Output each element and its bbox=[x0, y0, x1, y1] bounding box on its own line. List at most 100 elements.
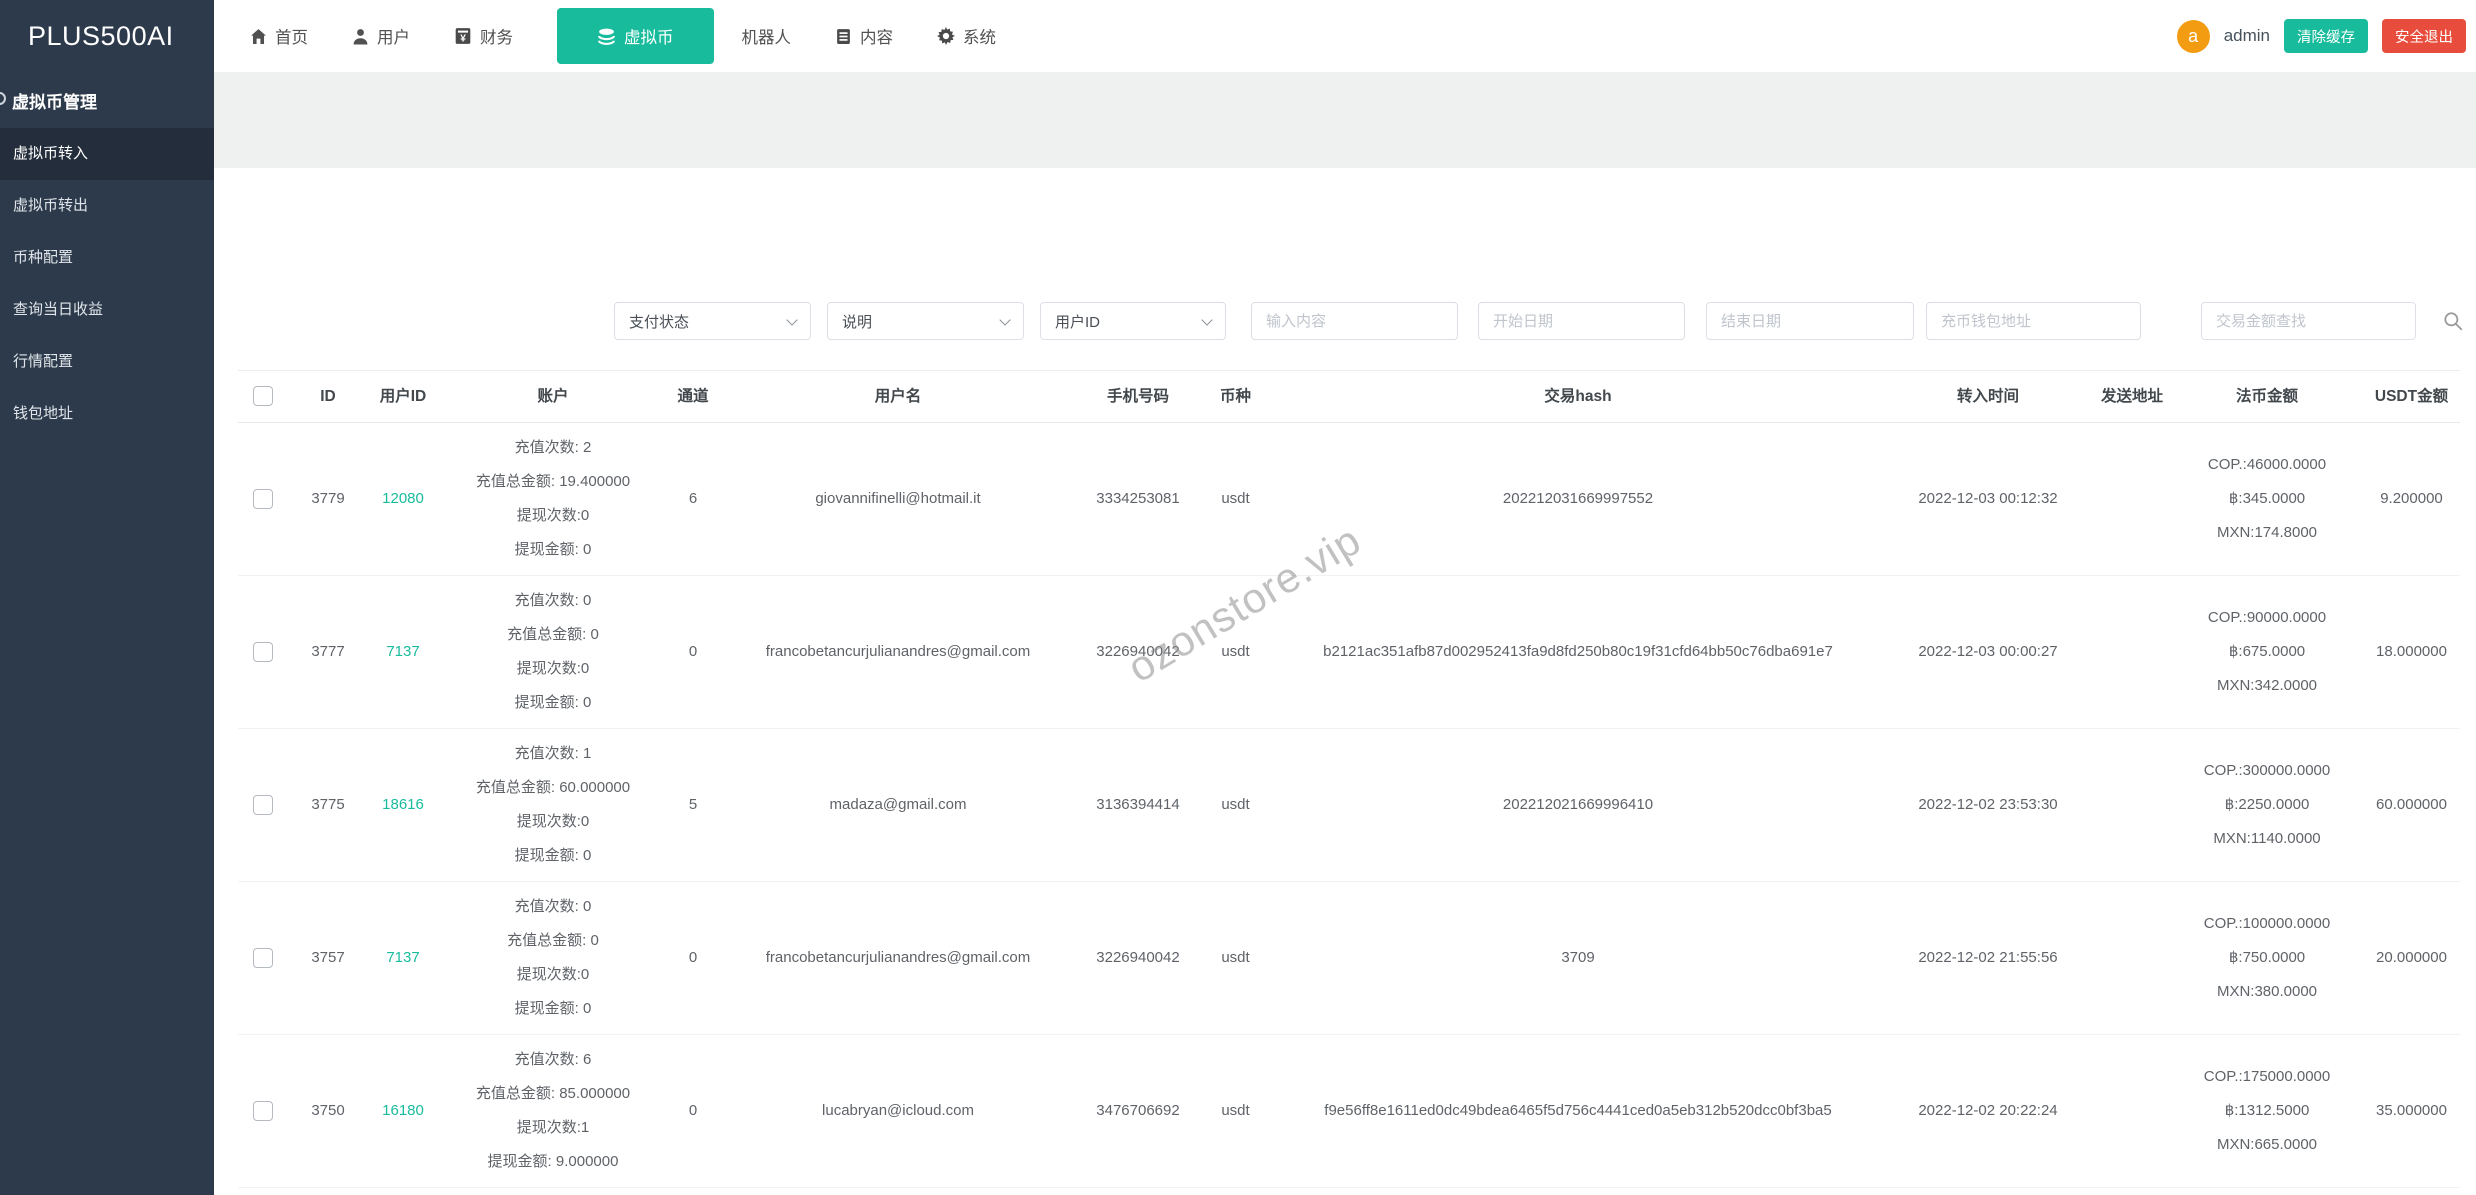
sidebar-item-coin-config[interactable]: 币种配置 bbox=[0, 232, 214, 284]
cell-send-address bbox=[2093, 576, 2171, 729]
nav-label: 财务 bbox=[480, 29, 513, 47]
cell-fiat-amount: COP.:90000.0000 ฿:675.0000 MXN:342.0000 bbox=[2207, 609, 2327, 694]
document-icon bbox=[837, 28, 850, 44]
cell-username: giovannifinelli@hotmail.it bbox=[815, 490, 981, 507]
row-checkbox[interactable] bbox=[253, 642, 273, 663]
filter-bar: 支付状态 说明 用户ID bbox=[214, 168, 2476, 340]
sidebar-item-crypto-transfer-out[interactable]: 虚拟币转出 bbox=[0, 180, 214, 232]
row-checkbox-cell bbox=[238, 882, 288, 1035]
cell-send-address bbox=[2093, 423, 2171, 576]
cell-id: 3777 bbox=[311, 643, 345, 660]
cell-user-id: 18616 bbox=[368, 729, 438, 882]
header-channel: 通道 bbox=[668, 370, 718, 423]
row-checkbox[interactable] bbox=[253, 1101, 273, 1122]
cell-username bbox=[718, 1188, 1078, 1195]
cell-usdt-amount: 20.000000 bbox=[2376, 949, 2447, 966]
cell-transfer-time: 2022-12-02 21:55:56 bbox=[1918, 949, 2058, 966]
cell-fiat-amount: COP.:100000.0000 ฿:750.0000 MXN:380.0000 bbox=[2203, 915, 2331, 1000]
table-row: 充值次数: 6 bbox=[238, 1188, 2460, 1195]
table-row: 3777 7137 充值次数: 0 充值总金额: 0 提现次数:0 提现金额: 0 0… bbox=[238, 576, 2460, 729]
cell-user-id bbox=[368, 1188, 438, 1195]
cell-hash bbox=[1273, 1188, 1883, 1195]
user-id-link[interactable]: 16180 bbox=[382, 1102, 424, 1119]
transfer-in-table: ID 用户ID 账户 通道 用户名 手机号码 币种 交易hash 转入时间 发送… bbox=[214, 370, 2476, 1195]
table-row: 3750 16180 充值次数: 6 充值总金额: 85.000000 提现次数:1… bbox=[238, 1035, 2460, 1188]
logout-button[interactable]: 安全退出 bbox=[2382, 19, 2466, 53]
cell-transfer-time: 2022-12-02 20:22:24 bbox=[1918, 1102, 2058, 1119]
nav-item-crypto[interactable]: 虚拟币 bbox=[557, 8, 714, 64]
header-hash: 交易hash bbox=[1273, 370, 1883, 423]
nav-item-system[interactable]: 系统 bbox=[937, 24, 996, 48]
cell-usdt-amount: 18.000000 bbox=[2376, 643, 2447, 660]
sidebar-item-daily-profit-query[interactable]: 查询当日收益 bbox=[0, 284, 214, 336]
chevron-down-icon bbox=[999, 314, 1011, 326]
content-input[interactable] bbox=[1251, 302, 1458, 340]
sidebar-item-wallet-address[interactable]: 钱包地址 bbox=[0, 388, 214, 440]
cell-send-address bbox=[2093, 729, 2171, 882]
nav-item-users[interactable]: 用户 bbox=[352, 24, 410, 48]
clear-cache-button[interactable]: 清除缓存 bbox=[2284, 19, 2368, 53]
sidebar: PLUS500AI 虚拟币管理 虚拟币转入 虚拟币转出 币种配置 查询当日收益 … bbox=[0, 0, 214, 1195]
select-value: 支付状态 bbox=[629, 313, 690, 331]
end-date-input[interactable] bbox=[1706, 302, 1914, 340]
select-value: 用户ID bbox=[1055, 313, 1101, 331]
sidebar-section-label: 虚拟币管理 bbox=[12, 92, 97, 112]
payment-status-select[interactable]: 支付状态 bbox=[614, 302, 811, 340]
home-icon bbox=[251, 28, 266, 44]
cell-transfer-time: 2022-12-02 23:53:30 bbox=[1918, 796, 2058, 813]
nav-label: 机器人 bbox=[741, 29, 792, 47]
cell-phone: 3226940042 bbox=[1096, 643, 1180, 660]
cell-send-address bbox=[2093, 882, 2171, 1035]
user-id-link[interactable]: 12080 bbox=[382, 490, 424, 507]
sidebar-item-crypto-transfer-in[interactable]: 虚拟币转入 bbox=[0, 128, 214, 180]
chevron-down-icon bbox=[1201, 314, 1213, 326]
cell-id: 3779 bbox=[311, 490, 345, 507]
cell-username: lucabryan@icloud.com bbox=[822, 1102, 974, 1119]
description-select[interactable]: 说明 bbox=[827, 302, 1024, 340]
user-id-select[interactable]: 用户ID bbox=[1040, 302, 1226, 340]
sidebar-item-market-config[interactable]: 行情配置 bbox=[0, 336, 214, 388]
start-date-input[interactable] bbox=[1478, 302, 1685, 340]
select-all-checkbox[interactable] bbox=[253, 386, 273, 407]
user-id-link[interactable]: 18616 bbox=[382, 796, 424, 813]
deposit-wallet-address-input[interactable] bbox=[1926, 302, 2141, 340]
nav-item-robot[interactable]: 机器人 bbox=[742, 24, 792, 48]
nav-item-content[interactable]: 内容 bbox=[835, 24, 893, 48]
cell-usdt-amount bbox=[2363, 1188, 2460, 1195]
nav-item-home[interactable]: 首页 bbox=[250, 24, 308, 48]
cell-fiat-amount bbox=[2171, 1188, 2363, 1195]
row-checkbox[interactable] bbox=[253, 948, 273, 969]
cell-coin bbox=[1198, 1188, 1273, 1195]
table-row: 3779 12080 充值次数: 2 充值总金额: 19.400000 提现次数:0… bbox=[238, 423, 2460, 576]
cell-hash: 3709 bbox=[1561, 949, 1595, 966]
cell-fiat-amount: COP.:300000.0000 ฿:2250.0000 MXN:1140.0000 bbox=[2203, 762, 2331, 847]
cell-hash: 202212031669997552 bbox=[1502, 490, 1654, 507]
cell-account: 充值次数: 0 充值总金额: 0 提现次数:0 提现金额: 0 bbox=[507, 898, 599, 1017]
cell-transfer-time bbox=[1883, 1188, 2093, 1195]
row-checkbox[interactable] bbox=[253, 489, 273, 510]
cell-phone: 3136394414 bbox=[1096, 796, 1180, 813]
cell-fiat-amount: COP.:46000.0000 ฿:345.0000 MXN:174.8000 bbox=[2207, 456, 2327, 541]
chevron-down-icon bbox=[786, 314, 798, 326]
row-checkbox-cell bbox=[238, 576, 288, 729]
header-account: 账户 bbox=[438, 370, 668, 423]
user-id-link[interactable]: 7137 bbox=[386, 949, 419, 966]
header-coin: 币种 bbox=[1198, 370, 1273, 423]
table-header-row: ID 用户ID 账户 通道 用户名 手机号码 币种 交易hash 转入时间 发送… bbox=[238, 370, 2460, 423]
user-icon bbox=[353, 28, 368, 44]
cell-send-address bbox=[2093, 1188, 2171, 1195]
cell-channel: 0 bbox=[688, 1102, 698, 1119]
nav-label: 内容 bbox=[860, 29, 893, 47]
cell-channel bbox=[668, 1188, 718, 1195]
search-icon[interactable] bbox=[2442, 310, 2464, 332]
header-phone: 手机号码 bbox=[1078, 370, 1198, 423]
cell-coin: usdt bbox=[1221, 796, 1250, 813]
avatar[interactable]: a bbox=[2176, 19, 2210, 53]
cell-coin: usdt bbox=[1221, 643, 1250, 660]
user-id-link[interactable]: 7137 bbox=[386, 643, 419, 660]
row-checkbox[interactable] bbox=[253, 795, 273, 816]
header-checkbox-cell bbox=[238, 370, 288, 423]
transaction-amount-input[interactable] bbox=[2201, 302, 2416, 340]
nav-item-finance[interactable]: ¥ 财务 bbox=[454, 24, 513, 48]
header-transfer-time: 转入时间 bbox=[1883, 370, 2093, 423]
